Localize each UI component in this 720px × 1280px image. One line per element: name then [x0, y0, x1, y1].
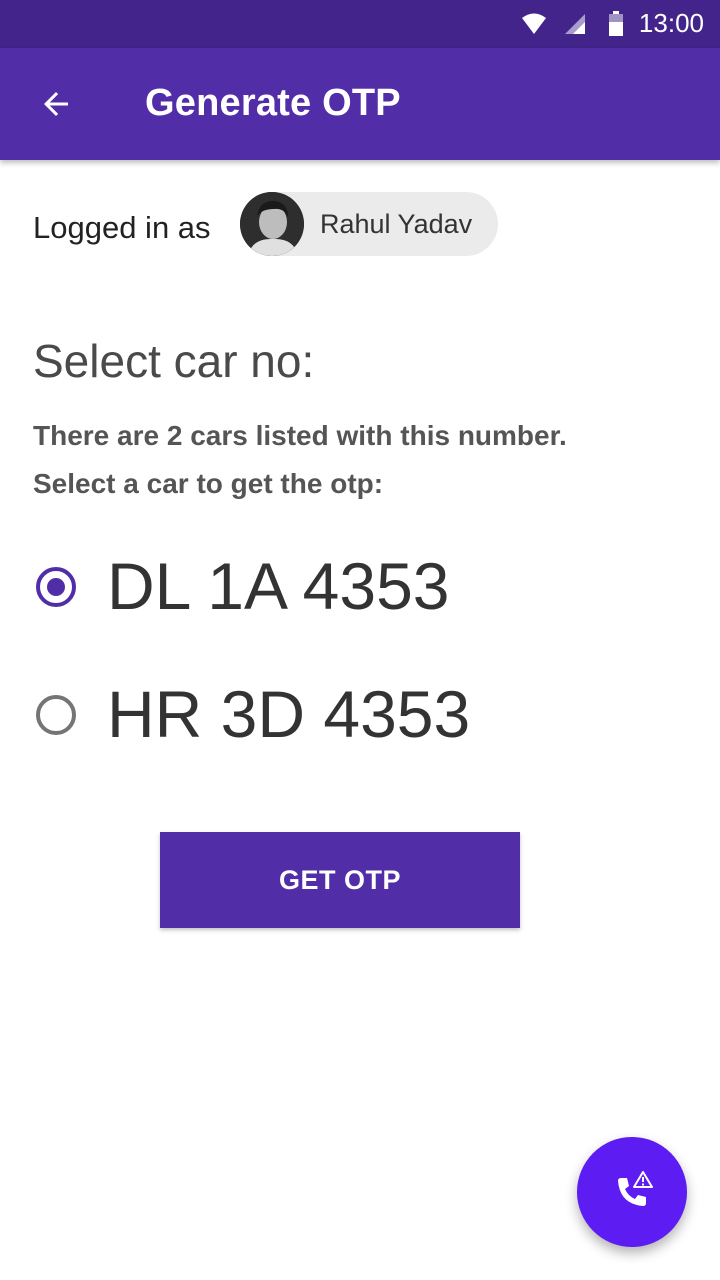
car-option-dl-1a-4353[interactable]: DL 1A 4353 — [30, 535, 690, 635]
description-line-2: Select a car to get the otp: — [33, 468, 384, 499]
car-option-label: DL 1A 4353 — [107, 549, 450, 623]
status-bar: 13:00 — [0, 0, 720, 48]
radio-button-selected[interactable] — [36, 567, 76, 607]
signal-icon — [565, 14, 585, 34]
car-option-label: HR 3D 4353 — [107, 677, 471, 751]
phone-alert-icon — [618, 1171, 653, 1206]
user-name: Rahul Yadav — [320, 209, 473, 239]
description-line-1: There are 2 cars listed with this number… — [33, 420, 567, 451]
car-option-hr-3d-4353[interactable]: HR 3D 4353 — [30, 663, 690, 763]
user-chip[interactable]: Rahul Yadav — [240, 192, 498, 256]
logged-in-label: Logged in as — [33, 210, 211, 245]
app-bar: Generate OTP — [0, 48, 720, 160]
wifi-icon — [522, 13, 546, 34]
call-support-fab[interactable] — [577, 1137, 687, 1247]
avatar — [240, 192, 304, 256]
section-title: Select car no: — [33, 335, 315, 387]
get-otp-button[interactable]: GET OTP — [160, 832, 520, 928]
arrow-back-icon — [44, 92, 68, 116]
avatar-photo — [240, 192, 304, 256]
back-button[interactable] — [24, 72, 88, 136]
clock-time: 13:00 — [638, 8, 704, 38]
radio-button-unselected[interactable] — [36, 695, 76, 735]
battery-icon — [609, 11, 623, 36]
page-title: Generate OTP — [145, 82, 401, 124]
